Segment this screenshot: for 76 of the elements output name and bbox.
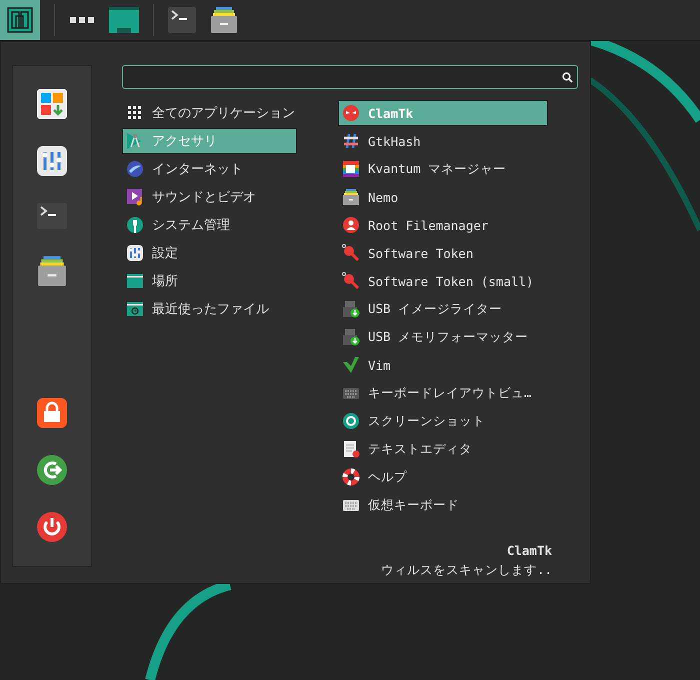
- hash-icon: [342, 132, 360, 150]
- app-item[interactable]: 仮想キーボード: [338, 492, 548, 518]
- app-label: テキストエディタ: [368, 440, 472, 458]
- folder-icon: [126, 272, 144, 290]
- category-label: サウンドとビデオ: [152, 189, 256, 206]
- category-label: 全てのアプリケーション: [152, 105, 295, 122]
- category-item[interactable]: 場所: [122, 268, 297, 294]
- file-cabinet-icon[interactable]: [37, 256, 67, 286]
- app-item[interactable]: Nemo: [338, 184, 548, 210]
- category-item[interactable]: 最近使ったファイル: [122, 296, 297, 322]
- app-item[interactable]: Software Token: [338, 240, 548, 266]
- app-label: ClamTk: [368, 106, 414, 120]
- usb-drive-icon: [342, 300, 360, 318]
- category-item[interactable]: システム管理: [122, 212, 297, 238]
- category-label: インターネット: [152, 161, 243, 178]
- app-label: ヘルプ: [368, 468, 407, 486]
- category-label: 場所: [152, 273, 178, 290]
- app-item[interactable]: Software Token (small): [338, 268, 548, 294]
- app-item[interactable]: USB メモリフォーマッター: [338, 324, 548, 350]
- person-circle-icon: [342, 216, 360, 234]
- sliders-icon[interactable]: [37, 146, 67, 176]
- rainbow-square-icon: [342, 160, 360, 178]
- film-note-icon: [126, 188, 144, 206]
- app-item[interactable]: Root Filemanager: [338, 212, 548, 238]
- app-label: キーボードレイアウトビュ…: [368, 384, 532, 402]
- app-label: Vim: [368, 358, 391, 372]
- life-ring-icon: [342, 468, 360, 486]
- category-item[interactable]: 設定: [122, 240, 297, 266]
- app-item[interactable]: Kvantum マネージャー: [338, 156, 548, 182]
- app-description: ウィルスをスキャンします..: [380, 562, 552, 579]
- app-item[interactable]: キーボードレイアウトビュ…: [338, 380, 548, 406]
- key-pin-icon: [342, 272, 360, 290]
- file-cabinet-icon[interactable]: [210, 7, 238, 33]
- app-label: USB メモリフォーマッター: [368, 328, 528, 346]
- lock-icon[interactable]: [37, 398, 67, 428]
- app-label: Root Filemanager: [368, 218, 488, 232]
- app-label: 仮想キーボード: [368, 496, 459, 514]
- app-label: Nemo: [368, 190, 398, 204]
- folder-clock-icon: [126, 300, 144, 318]
- app-item[interactable]: ヘルプ: [338, 464, 548, 490]
- terminal-icon[interactable]: [37, 203, 67, 229]
- dots-icon[interactable]: [69, 16, 95, 24]
- file-cabinet-icon: [342, 188, 360, 206]
- search-field[interactable]: [122, 65, 578, 89]
- app-label: Software Token (small): [368, 274, 534, 288]
- app-label: GtkHash: [368, 134, 421, 148]
- app-item[interactable]: GtkHash: [338, 128, 548, 154]
- sliders-icon: [126, 244, 144, 262]
- app-item[interactable]: USB イメージライター: [338, 296, 548, 322]
- category-item[interactable]: インターネット: [122, 156, 297, 182]
- category-label: システム管理: [152, 217, 230, 234]
- power-icon[interactable]: [37, 512, 67, 542]
- app-label: スクリーンショット: [368, 412, 485, 430]
- app-item[interactable]: スクリーンショット: [338, 408, 548, 434]
- app-label: Software Token: [368, 246, 474, 260]
- category-label: 最近使ったファイル: [152, 301, 269, 318]
- usb-drive-icon: [342, 328, 360, 346]
- category-label: 設定: [152, 245, 178, 262]
- logout-icon[interactable]: [37, 455, 67, 485]
- search-icon: [562, 72, 573, 82]
- category-label: アクセサリ: [152, 133, 217, 150]
- app-item[interactable]: Vim: [338, 352, 548, 378]
- category-item[interactable]: サウンドとビデオ: [122, 184, 297, 210]
- terminal-icon[interactable]: [168, 7, 196, 33]
- document-pencil-icon: [342, 440, 360, 458]
- app-grid-icon: [126, 104, 144, 122]
- app-label: USB イメージライター: [368, 300, 502, 318]
- menu-button[interactable]: [0, 0, 40, 40]
- key-pin-icon: [342, 244, 360, 262]
- globe-icon: [126, 160, 144, 178]
- app-item[interactable]: テキストエディタ: [338, 436, 548, 462]
- app-title: ClamTk: [506, 543, 552, 558]
- check-v-icon: [342, 356, 360, 374]
- app-label: Kvantum マネージャー: [368, 160, 506, 178]
- software-store-icon[interactable]: [37, 89, 67, 119]
- category-item[interactable]: 全てのアプリケーション: [122, 100, 297, 126]
